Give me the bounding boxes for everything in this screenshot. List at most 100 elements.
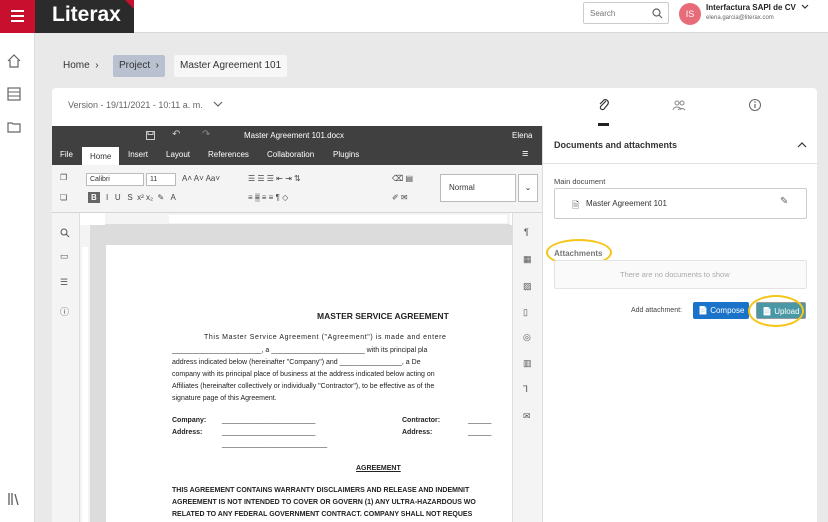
chevron-up-icon[interactable] <box>797 141 807 148</box>
doc-line: This Master Service Agreement ("Agreemen… <box>204 334 447 341</box>
folder-icon[interactable] <box>6 119 22 135</box>
home-icon[interactable] <box>6 53 22 69</box>
font-size-select[interactable]: 11 <box>146 173 176 186</box>
blank-line: ___________________________ <box>222 441 328 448</box>
contractor-label: Contractor: <box>402 417 441 424</box>
avatar[interactable]: IS <box>679 3 701 25</box>
address-label: Address: <box>172 429 203 436</box>
templates-icon[interactable] <box>6 86 22 102</box>
company-name[interactable]: Interfactura SAPI de CV <box>706 3 809 12</box>
headings-icon[interactable]: ☰ <box>60 277 68 288</box>
bold-button[interactable]: B <box>88 192 100 203</box>
user-email: elena.garcia@literax.com <box>706 15 774 21</box>
attachments-panel: Documents and attachments Main document … <box>542 126 818 522</box>
horizontal-ruler <box>105 213 510 225</box>
blank-line: ______ <box>468 429 492 436</box>
search-icon[interactable] <box>60 228 70 238</box>
upload-highlight <box>748 295 804 327</box>
compose-label: Compose <box>710 306 745 315</box>
app-logo: Literax <box>35 0 134 33</box>
comment-icon[interactable]: ▭ <box>60 251 69 262</box>
main-doc-name: Master Agreement 101 <box>586 199 667 208</box>
font-size-value: 11 <box>150 176 158 183</box>
breadcrumb-project[interactable]: Project › <box>113 55 166 77</box>
editor-filename: Master Agreement 101.docx <box>244 131 345 140</box>
blank-line: ________________________ <box>222 429 316 436</box>
main-doc-box[interactable]: 🗎 Master Agreement 101 ✎ <box>554 188 807 219</box>
chart-icon[interactable]: ▥ <box>523 358 532 369</box>
search-box[interactable] <box>583 2 669 24</box>
menu-plugins[interactable]: Plugins <box>333 150 359 159</box>
library-icon[interactable] <box>6 491 22 507</box>
search-icon[interactable] <box>652 8 663 19</box>
paperclip-icon[interactable] <box>597 98 611 112</box>
doc-line: Affiliates (hereinafter collectively or … <box>172 383 435 390</box>
blank-line: ________________________ <box>222 417 316 424</box>
main-doc-label: Main document <box>554 177 606 186</box>
editor-left-tools: ▭ ☰ ⓘ <box>52 213 80 522</box>
undo-icon[interactable]: ↶ <box>172 129 180 140</box>
list-icons[interactable]: ☰ ☰ ☰ ⇤ ⇥ ⇅ <box>248 174 301 183</box>
caps-line: THIS AGREEMENT CONTAINS WARRANTY DISCLAI… <box>172 487 470 494</box>
menu-insert[interactable]: Insert <box>128 150 148 159</box>
format-buttons[interactable]: I U S x² x₂ ✎ A <box>106 193 176 202</box>
info-icon[interactable] <box>748 98 762 112</box>
address-label: Address: <box>402 429 433 436</box>
font-value: Calibri <box>90 176 110 183</box>
mail-merge-icon[interactable]: ✉ <box>523 411 531 422</box>
info-icon[interactable]: ⓘ <box>60 305 69 318</box>
users-icon[interactable] <box>672 98 686 112</box>
align-icons[interactable]: ≡ ≡ ≡ ≡ ¶ ◇ <box>248 193 288 202</box>
menu-references[interactable]: References <box>208 150 249 159</box>
paste-icon[interactable]: ❏ <box>60 193 67 202</box>
chevron-down-icon[interactable] <box>801 4 809 10</box>
file-icon: 🗎 <box>572 200 580 210</box>
search-input[interactable] <box>584 3 648 24</box>
save-icon[interactable] <box>146 131 155 140</box>
editor-user: Elena <box>512 131 533 140</box>
left-nav <box>0 33 35 522</box>
logo-text: Literax <box>52 3 121 26</box>
chevron-down-icon[interactable] <box>213 101 223 108</box>
font-grow-icon[interactable]: A˄ A˅ Aa˅ <box>182 174 220 183</box>
copy-icon[interactable]: ❐ <box>60 173 67 182</box>
breadcrumb-project-label: Project <box>119 60 151 71</box>
header-icon[interactable]: ▯ <box>523 307 528 318</box>
menu-layout[interactable]: Layout <box>166 150 190 159</box>
image-icon[interactable]: ▨ <box>523 281 532 292</box>
breadcrumb-home[interactable]: Home › <box>57 55 105 77</box>
vertical-ruler <box>80 225 90 522</box>
menu-file[interactable]: File <box>60 150 73 159</box>
version-select[interactable]: Version - 19/11/2021 - 10:11 a. m. <box>68 100 223 110</box>
paragraph-icon[interactable]: ¶ <box>524 227 529 237</box>
menu-home[interactable]: Home <box>82 147 120 165</box>
document-canvas[interactable]: MASTER SERVICE AGREEMENT This Master Ser… <box>90 225 512 522</box>
editor-toolbar: ❐ ❏ Calibri 11 A˄ A˅ Aa˅ B I U S x² x₂ ✎… <box>52 165 542 213</box>
style-dropdown-button[interactable]: ⌄ <box>518 174 538 202</box>
editor-menu: File Home Insert Layout References Colla… <box>52 145 542 165</box>
caps-line: RELATED TO ANY FEDERAL GOVERNMENT CONTRA… <box>172 511 473 518</box>
breadcrumb-current-label: Master Agreement 101 <box>180 60 282 71</box>
menu-collaboration[interactable]: Collaboration <box>267 150 314 159</box>
compose-button[interactable]: 📄 Compose <box>693 302 750 319</box>
table-icon[interactable]: ▦ <box>523 254 532 265</box>
divider <box>543 163 818 164</box>
shape-icon[interactable]: ◎ <box>523 332 531 343</box>
copy-style-icon[interactable]: ✐ ✉ <box>392 193 408 202</box>
doc-line: address indicated below (hereinafter "Co… <box>172 359 421 366</box>
style-value: Normal <box>449 183 475 192</box>
doc-line: company with its principal place of busi… <box>172 371 435 378</box>
font-select[interactable]: Calibri <box>86 173 144 186</box>
doc-title: MASTER SERVICE AGREEMENT <box>317 311 449 321</box>
redo-icon[interactable]: ↷ <box>202 129 210 140</box>
style-select[interactable]: Normal <box>440 174 516 202</box>
hamburger-icon[interactable]: ≡ <box>522 148 528 160</box>
clear-format-icon[interactable]: ⌫ ▤ <box>392 174 413 183</box>
add-attachment-label: Add attachment: <box>631 307 682 314</box>
menu-button[interactable] <box>0 0 35 33</box>
edit-icon[interactable]: ✎ <box>780 196 788 207</box>
document-page[interactable]: MASTER SERVICE AGREEMENT This Master Ser… <box>106 245 512 522</box>
editor-title-bar: ↶ ↷ Master Agreement 101.docx Elena <box>52 126 542 145</box>
blank-line: ______ <box>468 417 492 424</box>
text-art-icon[interactable]: Ꞁ <box>523 384 528 395</box>
